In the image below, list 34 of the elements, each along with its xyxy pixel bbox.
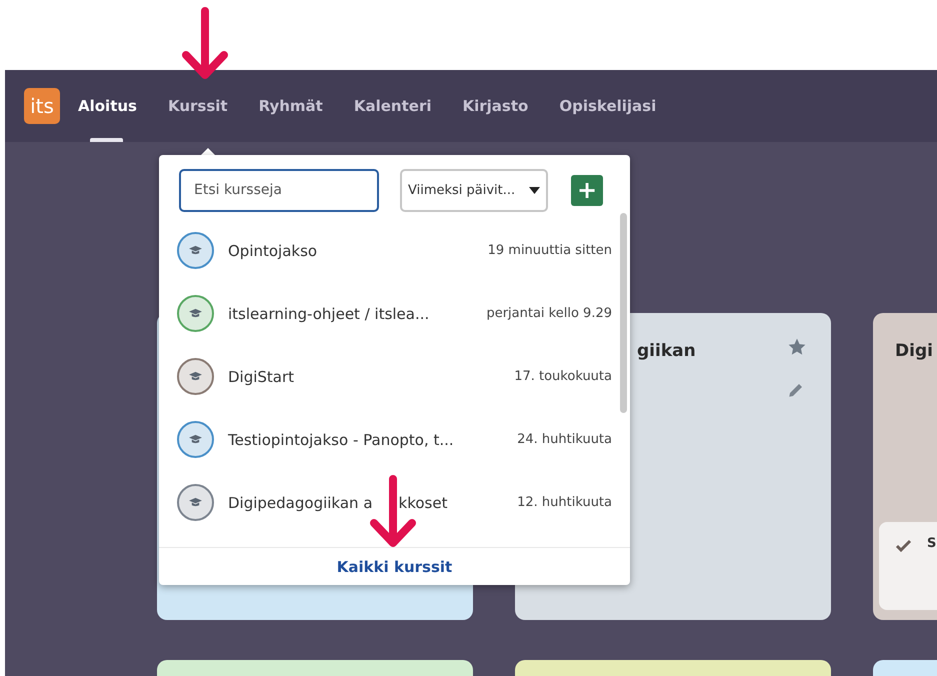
graduation-cap-icon <box>188 308 203 319</box>
course-updated: 19 minuuttia sitten <box>488 243 612 258</box>
star-icon[interactable] <box>787 337 807 357</box>
nav-tab[interactable]: Kurssit <box>168 70 228 142</box>
graduation-cap-icon <box>188 434 203 445</box>
course-updated: 17. toukokuuta <box>514 369 612 384</box>
graduation-cap-icon <box>188 245 203 256</box>
course-name: Testiopintojakso - Panopto, t... <box>228 430 455 448</box>
course-item[interactable]: Opintojakso 19 minuuttia sitten <box>159 219 630 282</box>
nav-tab[interactable]: Opiskelijasi <box>559 70 656 142</box>
course-name: kkoset <box>398 494 448 512</box>
nav-tab[interactable]: Kirjasto <box>462 70 528 142</box>
course-name: itslearning-ohjeet / itslea... <box>228 304 430 322</box>
graduation-cap-icon <box>188 497 203 508</box>
sort-dropdown[interactable]: Viimeksi päivit... <box>400 168 548 212</box>
card-title: giikan <box>637 341 696 361</box>
nav-tab[interactable]: Ryhmät <box>258 70 323 142</box>
nav-tab[interactable]: Kalenteri <box>354 70 432 142</box>
course-card[interactable]: Digi S <box>873 313 937 620</box>
check-icon <box>895 539 912 552</box>
course-updated: 24. huhtikuuta <box>517 432 612 447</box>
course-updated: 12. huhtikuuta <box>517 495 612 510</box>
course-name: Digipedagogiikan a <box>228 494 373 512</box>
course-name: Opintojakso <box>228 242 318 260</box>
course-name: DigiStart <box>228 368 296 386</box>
add-button[interactable]: + <box>571 174 603 206</box>
nav-tab[interactable]: Aloitus <box>78 70 137 142</box>
graduation-cap-icon <box>188 371 203 382</box>
caret-icon <box>529 186 540 194</box>
search-field[interactable]: Etsi kursseja <box>179 168 379 212</box>
card-title: Digi <box>895 341 933 361</box>
task-text: S <box>927 536 936 551</box>
all-courses-link[interactable]: Kaikki kurssit <box>336 558 452 576</box>
scrollbar[interactable] <box>620 213 627 413</box>
